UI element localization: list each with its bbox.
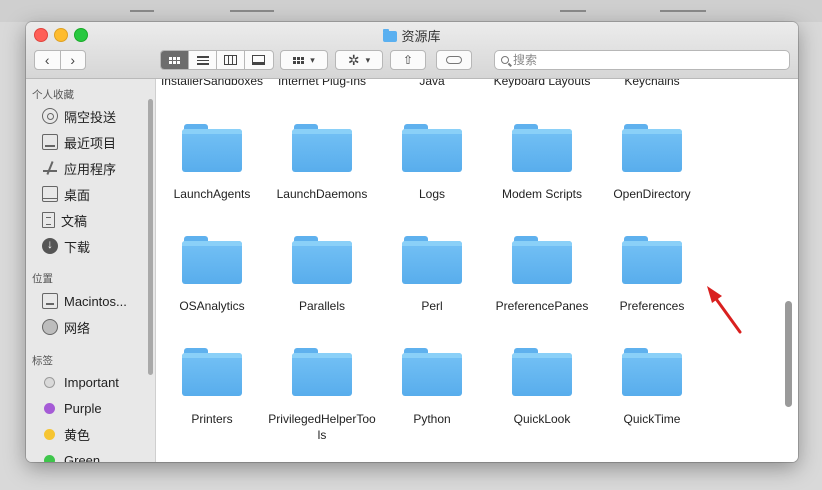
- annotation-arrow-icon: [707, 286, 742, 334]
